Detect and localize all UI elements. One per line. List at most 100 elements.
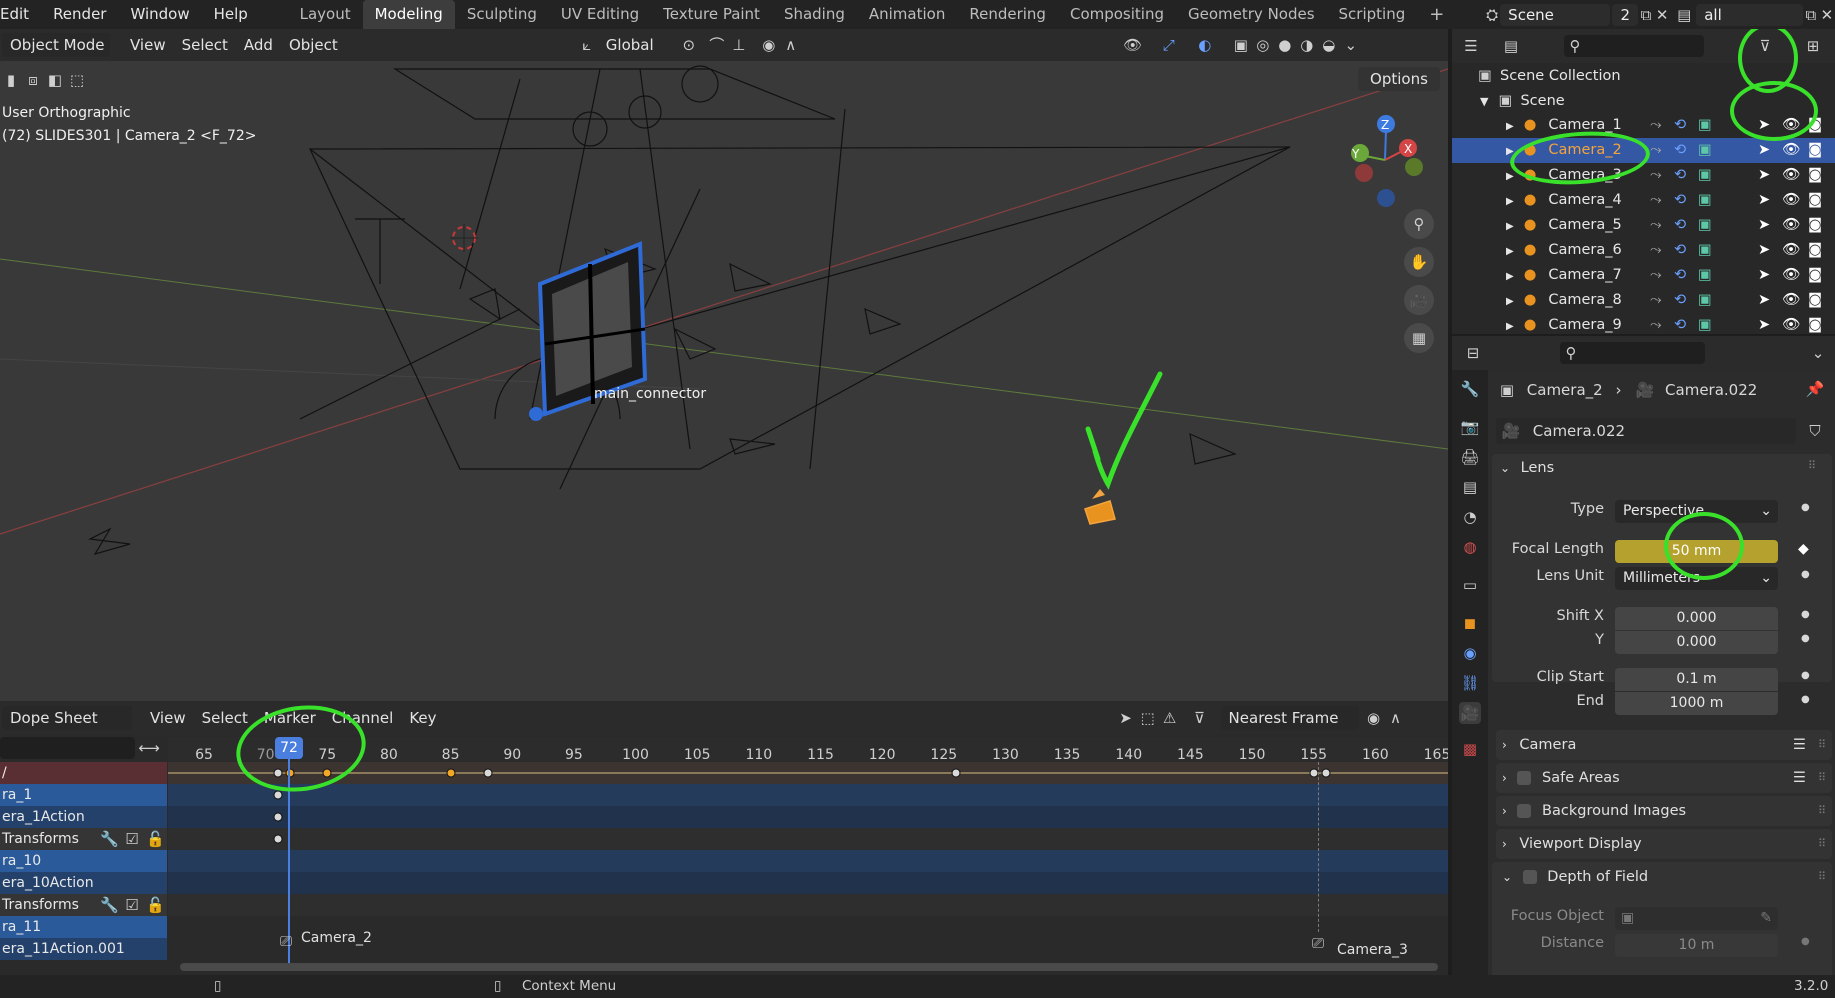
eye-icon[interactable]: 👁 [1782, 288, 1800, 313]
tab-uv-editing[interactable]: UV Editing [549, 0, 651, 29]
render-camera-icon[interactable]: ◙ [1808, 188, 1822, 213]
tab-geometry-nodes[interactable]: Geometry Nodes [1176, 0, 1327, 29]
select-intersect-icon[interactable]: ⬚ [68, 69, 86, 91]
outliner-item-camera-9[interactable]: ▶ ● Camera_9 ⤳ ⟲ ▣ ➤ 👁 ◙ [1452, 313, 1835, 334]
texture-tab-icon[interactable]: ▩ [1459, 738, 1481, 760]
channel-action[interactable]: era_1Action [0, 806, 167, 828]
selectable-arrow-icon[interactable]: ➤ [1758, 163, 1770, 188]
modifier-wrench-icon[interactable]: 🔧 [100, 894, 119, 916]
eye-icon[interactable]: 👁 [1782, 213, 1800, 238]
outliner-item-camera-6[interactable]: ▶ ● Camera_6 ⤳ ⟲ ▣ ➤ 👁 ◙ [1452, 238, 1835, 263]
viewport-menu-view[interactable]: View [122, 33, 174, 57]
drag-handle-icon[interactable]: ⠿ [1808, 459, 1816, 472]
expand-arrow-icon[interactable]: ▶ [1506, 196, 1514, 207]
view-layer-tab-icon[interactable]: ▤ [1459, 476, 1481, 498]
tab-layout[interactable]: Layout [288, 0, 363, 29]
tab-scripting[interactable]: Scripting [1327, 0, 1418, 29]
menu-help[interactable]: Help [202, 0, 260, 29]
view-layer-icon[interactable]: ▤ [1676, 4, 1692, 26]
channel-object[interactable]: ra_10 [0, 850, 167, 872]
scene-field[interactable]: Scene [1500, 3, 1611, 26]
world-tab-icon[interactable]: ◍ [1459, 536, 1481, 558]
presets-list-icon[interactable]: ☰ [1793, 730, 1806, 760]
constraints-tab-icon[interactable]: ⛓ [1459, 672, 1481, 694]
expand-arrow-icon[interactable]: ▶ [1506, 271, 1514, 282]
add-workspace-icon[interactable]: + [1417, 0, 1456, 29]
scene-users-count[interactable]: 2 [1612, 3, 1638, 26]
selectable-arrow-icon[interactable]: ➤ [1758, 213, 1770, 238]
selection-mode-icons[interactable]: ▮ ⧈ ◧ ⬚ [2, 69, 86, 91]
object-mode-dropdown[interactable]: Object Mode [2, 33, 110, 57]
animate-dot-icon[interactable]: ● [1801, 502, 1810, 513]
marker-camera-3[interactable]: Camera_3 [1337, 942, 1408, 958]
eye-icon[interactable]: 👁 [1782, 238, 1800, 263]
falloff-curve-icon[interactable]: ∧ [1385, 707, 1407, 729]
proportional-edit-icon[interactable]: ◉ [758, 34, 780, 56]
editor-type-icon[interactable]: ⊟ [1462, 342, 1484, 364]
shift-y-field[interactable]: 0.000 [1615, 631, 1778, 654]
keyframe-marker[interactable] [273, 790, 283, 800]
outliner-item-camera-3[interactable]: ▶ ● Camera_3 ⤳ ⟲ ▣ ➤ 👁 ◙ [1452, 163, 1835, 188]
select-subtract-icon[interactable]: ◧ [46, 69, 64, 91]
expand-arrow-icon[interactable]: ▶ [1506, 246, 1514, 257]
expand-arrow-icon[interactable]: ▶ [1506, 221, 1514, 232]
channel-search[interactable] [0, 737, 135, 759]
menu-window[interactable]: Window [118, 0, 201, 29]
dopesheet-menu-select[interactable]: Select [194, 706, 256, 730]
channel-group[interactable]: Transforms [0, 894, 167, 916]
outliner[interactable]: ☰ ▤ ⚲ ⊽ ⊞ ▣ Scene Collection ▼ ▣ Scene ▶ ● Ca… [1452, 29, 1835, 334]
falloff-icon[interactable]: ∧ [780, 34, 802, 56]
show-hidden-icon[interactable]: ⬚ [1137, 707, 1159, 729]
keyframe-marker[interactable] [483, 768, 493, 778]
properties-search[interactable]: ⚲ [1560, 342, 1705, 364]
scene-icon[interactable]: ⛭ [1484, 4, 1500, 26]
object-tab-icon[interactable]: ◼ [1459, 612, 1481, 634]
options-dropdown[interactable]: Options [1358, 67, 1440, 91]
channel-object[interactable]: ra_1 [0, 784, 167, 806]
snap-mode-dropdown[interactable]: Nearest Frame [1220, 706, 1359, 730]
channel-object[interactable]: ra_11 [0, 916, 167, 938]
lock-icon[interactable]: 🔓 [146, 894, 165, 916]
wireframe-shading-icon[interactable]: ◎ [1252, 34, 1274, 56]
enable-checkbox-icon[interactable]: ☑ [124, 894, 140, 916]
shading-options-icon[interactable]: ⌄ [1340, 34, 1362, 56]
material-shading-icon[interactable]: ◑ [1296, 34, 1318, 56]
new-view-layer-icon[interactable]: ⧉ [1803, 4, 1819, 26]
snap-icon[interactable]: ⌒ [706, 34, 728, 56]
clip-start-field[interactable]: 0.1 m [1615, 668, 1778, 691]
tab-shading[interactable]: Shading [772, 0, 857, 29]
marker-camera-2[interactable]: Camera_2 [301, 930, 372, 946]
output-tab-icon[interactable]: 🖨 [1459, 446, 1481, 468]
camera-data-tab-icon[interactable]: 🎥 [1459, 702, 1481, 724]
dopesheet-menu-key[interactable]: Key [401, 706, 444, 730]
expand-arrow-icon[interactable]: ▶ [1506, 171, 1514, 182]
render-camera-icon[interactable]: ◙ [1808, 313, 1822, 334]
animate-dot-icon[interactable]: ● [1801, 670, 1810, 681]
channel-action[interactable]: era_10Action [0, 872, 167, 894]
filter-icon[interactable]: ⊽ [1189, 707, 1211, 729]
animate-dot-icon[interactable]: ● [1801, 569, 1810, 580]
tab-texture-paint[interactable]: Texture Paint [651, 0, 772, 29]
pin-icon[interactable]: 📌 [1804, 378, 1826, 400]
only-errors-icon[interactable]: ⚠ [1159, 707, 1181, 729]
physics-tab-icon[interactable]: ◉ [1459, 642, 1481, 664]
menu-render[interactable]: Render [41, 0, 118, 29]
animate-dot-icon[interactable]: ● [1801, 694, 1810, 705]
animate-dot-icon[interactable]: ● [1801, 936, 1810, 947]
close-icon[interactable]: ✕ [1819, 4, 1835, 26]
render-camera-icon[interactable]: ◙ [1808, 263, 1822, 288]
eyedropper-icon[interactable]: ✎ [1760, 907, 1772, 930]
outliner-search[interactable]: ⚲ [1564, 35, 1704, 57]
viewport-menu-object[interactable]: Object [281, 33, 346, 57]
keyframe-marker[interactable] [446, 768, 456, 778]
delete-scene-icon[interactable]: ✕ [1654, 4, 1670, 26]
safe-areas-section-header[interactable]: › Safe Areas ☰ ⠿ [1496, 763, 1832, 793]
presets-list-icon[interactable]: ☰ [1793, 763, 1806, 793]
ortho-grid-icon[interactable]: ▦ [1404, 323, 1434, 353]
visibility-icon[interactable]: 👁 [1122, 34, 1144, 56]
focus-object-field[interactable]: ▣ ✎ [1615, 907, 1778, 930]
pan-hand-icon[interactable]: ✋ [1404, 247, 1434, 277]
collection-tab-icon[interactable]: ▭ [1459, 574, 1481, 596]
dopesheet-menu-view[interactable]: View [142, 706, 194, 730]
only-selected-icon[interactable]: ➤ [1115, 707, 1137, 729]
